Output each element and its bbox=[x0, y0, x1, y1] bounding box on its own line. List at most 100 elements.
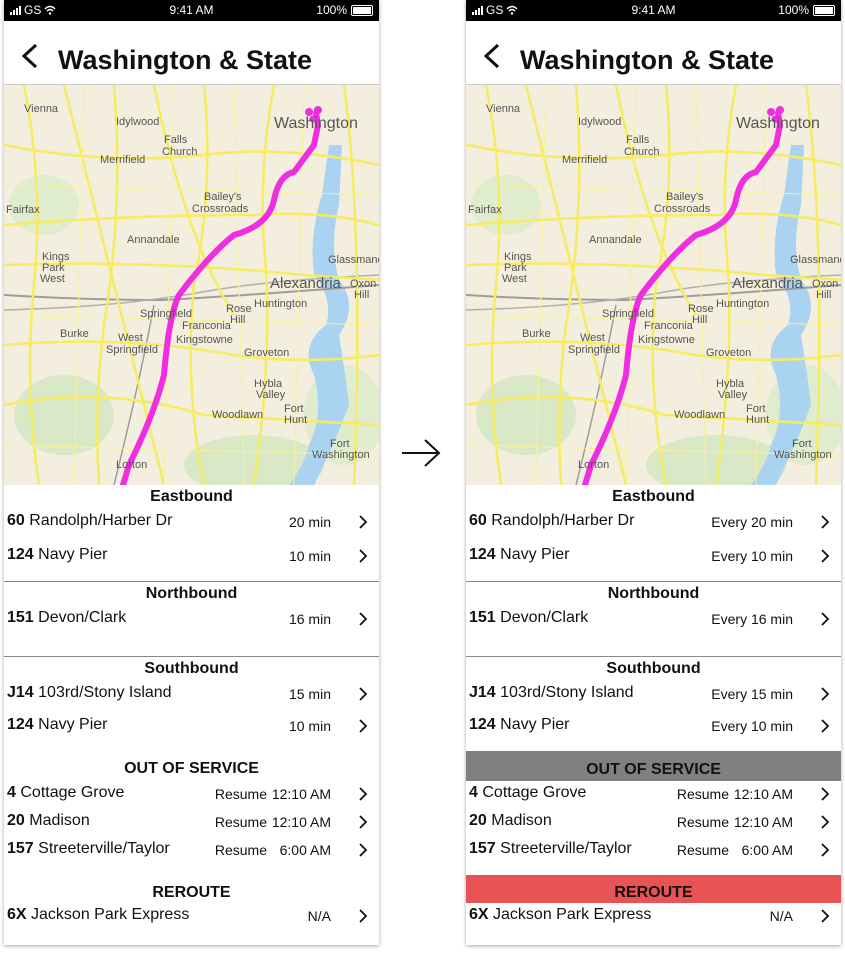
route-row[interactable]: 20 Madison Resume 12:10 AM bbox=[466, 809, 841, 837]
route-row[interactable]: 157 Streeterville/Taylor Resume 6:00 AM bbox=[466, 837, 841, 865]
route-time: N/A bbox=[769, 908, 793, 924]
chevron-right-icon[interactable] bbox=[357, 909, 369, 923]
route-row[interactable]: 151 Devon/Clark 16 min bbox=[4, 606, 379, 656]
svg-text:Groveton: Groveton bbox=[244, 347, 289, 359]
svg-text:Franconia: Franconia bbox=[182, 320, 232, 332]
route-number: 6X bbox=[7, 906, 27, 923]
chevron-right-icon[interactable] bbox=[819, 787, 831, 801]
route-row[interactable]: 124 Navy Pier Every 10 min bbox=[466, 713, 841, 751]
route-label: 124 Navy Pier bbox=[7, 546, 108, 564]
route-row[interactable]: 6X Jackson Park Express N/A bbox=[4, 903, 379, 933]
svg-text:Bailey's: Bailey's bbox=[666, 191, 704, 203]
route-row[interactable]: J14 103rd/Stony Island Every 15 min bbox=[466, 681, 841, 713]
resume-label: Resume bbox=[676, 814, 729, 830]
battery-icon bbox=[351, 4, 373, 16]
route-name: Madison bbox=[491, 812, 552, 829]
chevron-right-icon[interactable] bbox=[357, 549, 369, 563]
svg-text:Fairfax: Fairfax bbox=[468, 204, 502, 216]
route-name: Streeterville/Taylor bbox=[500, 840, 632, 857]
route-name: Navy Pier bbox=[500, 546, 570, 563]
route-time: Every 15 min bbox=[711, 686, 793, 702]
route-label: 6X Jackson Park Express bbox=[7, 906, 189, 924]
route-label: 20 Madison bbox=[7, 812, 90, 830]
route-row[interactable]: 124 Navy Pier 10 min bbox=[4, 543, 379, 581]
svg-text:West: West bbox=[502, 273, 527, 285]
chevron-right-icon[interactable] bbox=[357, 843, 369, 857]
chevron-right-icon[interactable] bbox=[819, 843, 831, 857]
svg-text:Springfield: Springfield bbox=[140, 308, 192, 320]
route-row[interactable]: 157 Streeterville/Taylor Resume 6:00 AM bbox=[4, 837, 379, 865]
route-label: 124 Navy Pier bbox=[469, 546, 570, 564]
chevron-right-icon[interactable] bbox=[819, 719, 831, 733]
svg-text:Church: Church bbox=[162, 146, 197, 158]
svg-text:Annandale: Annandale bbox=[589, 234, 642, 246]
route-time: 10 min bbox=[288, 548, 331, 564]
chevron-right-icon[interactable] bbox=[357, 719, 369, 733]
route-name: Navy Pier bbox=[38, 546, 108, 563]
battery-icon bbox=[813, 4, 835, 16]
svg-text:Springfield: Springfield bbox=[106, 344, 158, 356]
route-row[interactable]: 4 Cottage Grove Resume 12:10 AM bbox=[4, 781, 379, 809]
route-time: 10 min bbox=[288, 718, 331, 734]
svg-text:Lorton: Lorton bbox=[578, 459, 609, 471]
chevron-right-icon[interactable] bbox=[357, 612, 369, 626]
svg-text:Franconia: Franconia bbox=[644, 320, 694, 332]
svg-text:Glassmanor: Glassmanor bbox=[790, 254, 841, 266]
svg-text:Hill: Hill bbox=[354, 289, 369, 301]
chevron-right-icon[interactable] bbox=[819, 515, 831, 529]
route-row[interactable]: 20 Madison Resume 12:10 AM bbox=[4, 809, 379, 837]
route-label: 151 Devon/Clark bbox=[7, 609, 126, 627]
route-row[interactable]: 6X Jackson Park Express N/A bbox=[466, 903, 841, 933]
route-row[interactable]: 124 Navy Pier Every 10 min bbox=[466, 543, 841, 581]
chevron-right-icon[interactable] bbox=[357, 787, 369, 801]
route-label: 4 Cottage Grove bbox=[7, 784, 124, 802]
chevron-right-icon[interactable] bbox=[819, 687, 831, 701]
route-label: J14 103rd/Stony Island bbox=[7, 684, 172, 702]
route-number: 124 bbox=[469, 716, 496, 733]
route-name: 103rd/Stony Island bbox=[38, 684, 172, 701]
resume-label: Resume bbox=[676, 786, 729, 802]
route-label: 4 Cottage Grove bbox=[469, 784, 586, 802]
svg-text:Hunt: Hunt bbox=[284, 414, 307, 426]
chevron-left-icon[interactable] bbox=[478, 41, 508, 71]
route-time: 12:10 AM bbox=[733, 786, 793, 802]
route-time: 12:10 AM bbox=[271, 814, 331, 830]
chevron-right-icon[interactable] bbox=[819, 549, 831, 563]
chevron-right-icon[interactable] bbox=[357, 687, 369, 701]
svg-text:Hill: Hill bbox=[816, 289, 831, 301]
svg-text:West: West bbox=[580, 332, 605, 344]
route-time: 12:10 AM bbox=[271, 786, 331, 802]
route-map[interactable]: Vienna Idylwood Falls Church Merrifield W… bbox=[466, 85, 841, 485]
route-label: 60 Randolph/Harber Dr bbox=[7, 512, 172, 530]
route-row[interactable]: 60 Randolph/Harber Dr Every 20 min bbox=[466, 509, 841, 543]
svg-text:Groveton: Groveton bbox=[706, 347, 751, 359]
route-time: Every 16 min bbox=[711, 611, 793, 627]
route-number: J14 bbox=[469, 684, 496, 701]
route-time: Every 10 min bbox=[711, 718, 793, 734]
route-row[interactable]: J14 103rd/Stony Island 15 min bbox=[4, 681, 379, 713]
route-row[interactable]: 151 Devon/Clark Every 16 min bbox=[466, 606, 841, 656]
route-map[interactable]: Vienna Idylwood Falls Church Merrifield W… bbox=[4, 85, 379, 485]
chevron-right-icon[interactable] bbox=[819, 612, 831, 626]
svg-text:Washington: Washington bbox=[274, 115, 358, 132]
chevron-right-icon[interactable] bbox=[819, 909, 831, 923]
svg-text:Hunt: Hunt bbox=[746, 414, 769, 426]
route-time: Every 10 min bbox=[711, 548, 793, 564]
chevron-right-icon[interactable] bbox=[819, 815, 831, 829]
chevron-right-icon[interactable] bbox=[357, 515, 369, 529]
svg-text:Vienna: Vienna bbox=[24, 103, 59, 115]
route-number: 151 bbox=[469, 609, 496, 626]
route-row[interactable]: 60 Randolph/Harber Dr 20 min bbox=[4, 509, 379, 543]
route-time: 12:10 AM bbox=[733, 814, 793, 830]
chevron-right-icon[interactable] bbox=[357, 815, 369, 829]
svg-text:Lorton: Lorton bbox=[116, 459, 147, 471]
svg-text:Merrifield: Merrifield bbox=[100, 154, 145, 166]
route-row[interactable]: 4 Cottage Grove Resume 12:10 AM bbox=[466, 781, 841, 809]
resume-label: Resume bbox=[214, 814, 267, 830]
route-number: 157 bbox=[7, 840, 34, 857]
svg-text:Woodlawn: Woodlawn bbox=[674, 409, 725, 421]
page-title: Washington & State bbox=[520, 45, 774, 75]
route-row[interactable]: 124 Navy Pier 10 min bbox=[4, 713, 379, 751]
chevron-left-icon[interactable] bbox=[16, 41, 46, 71]
svg-text:Springfield: Springfield bbox=[602, 308, 654, 320]
